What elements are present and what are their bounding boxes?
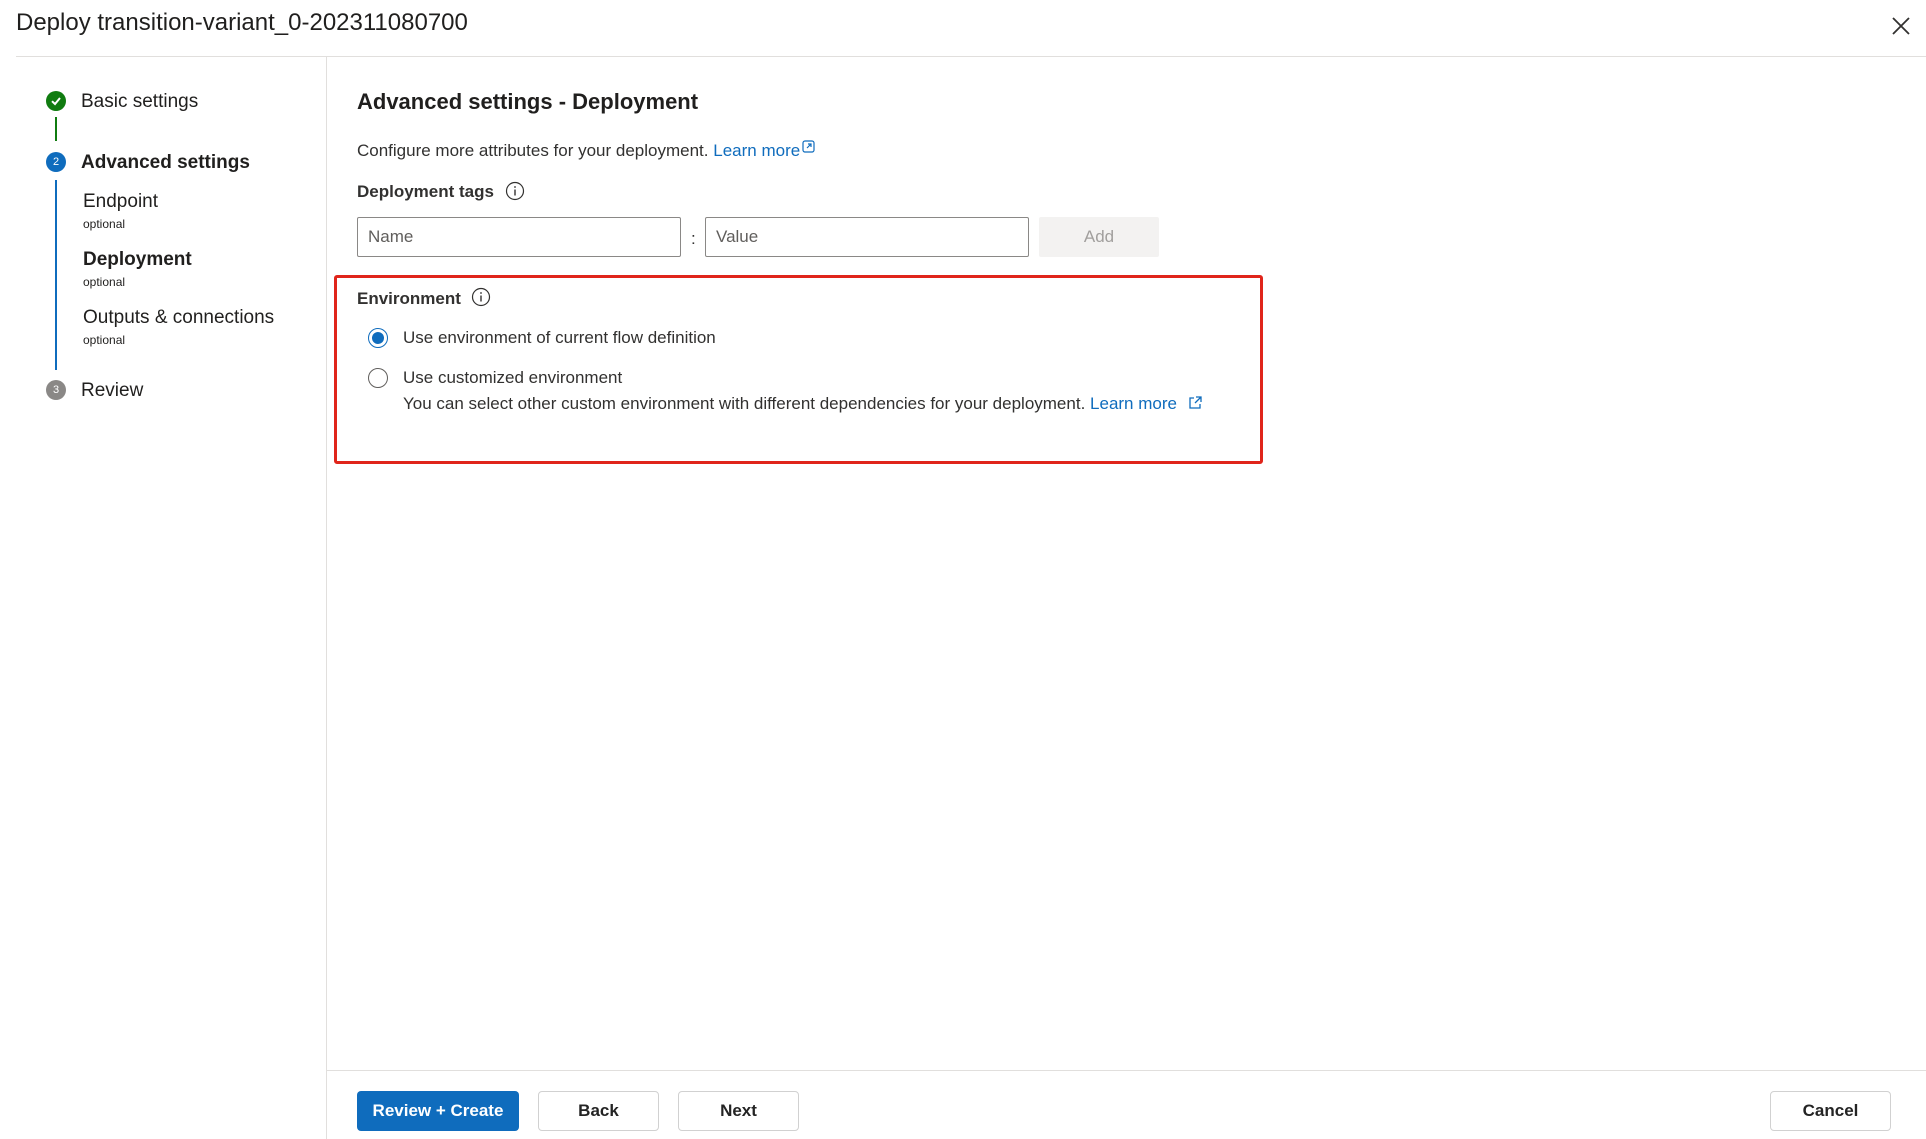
substep-optional-label: optional <box>83 333 126 347</box>
step-number-icon: 2 <box>46 152 66 172</box>
radio-customized-environment[interactable] <box>368 368 388 388</box>
radio-dot <box>372 332 384 344</box>
cancel-button[interactable]: Cancel <box>1770 1091 1891 1131</box>
step-advanced-settings[interactable]: Advanced settings <box>81 152 250 174</box>
substep-deployment[interactable]: Deployment <box>83 249 192 271</box>
learn-more-link[interactable]: Learn more <box>713 141 800 160</box>
tag-value-input[interactable]: Value <box>705 217 1029 257</box>
close-button[interactable] <box>1887 12 1915 40</box>
tag-value-placeholder: Value <box>716 227 759 246</box>
step-connector <box>55 117 57 141</box>
step-review[interactable]: Review <box>81 380 143 402</box>
radio-sublabel: You can select other custom environment … <box>403 394 1203 414</box>
tag-name-placeholder: Name <box>368 227 414 246</box>
customized-environment-description: You can select other custom environment … <box>403 394 1086 413</box>
next-button[interactable]: Next <box>678 1091 799 1131</box>
external-link-icon <box>1189 396 1202 409</box>
step-connector <box>55 180 57 370</box>
dialog-title: Deploy transition-variant_0-202311080700 <box>16 9 468 36</box>
back-button[interactable]: Back <box>538 1091 659 1131</box>
step-number: 3 <box>52 384 60 396</box>
substep-optional-label: optional <box>83 275 126 289</box>
wizard-nav <box>0 57 326 1139</box>
radio-current-flow-environment[interactable] <box>368 328 388 348</box>
radio-label[interactable]: Use customized environment <box>403 368 622 388</box>
substep-endpoint[interactable]: Endpoint <box>83 191 158 213</box>
page-title: Advanced settings - Deployment <box>357 89 699 114</box>
tag-separator: : <box>691 229 696 248</box>
step-basic-settings[interactable]: Basic settings <box>81 91 198 113</box>
page-description: Configure more attributes for your deplo… <box>357 140 815 161</box>
footer-divider <box>327 1070 1926 1071</box>
nav-divider <box>326 57 327 1139</box>
environment-learn-more-link[interactable]: Learn more <box>1090 394 1177 413</box>
close-icon <box>1892 17 1910 35</box>
substep-outputs-connections[interactable]: Outputs & connections <box>83 307 274 329</box>
step-complete-icon <box>46 91 66 111</box>
description-text: Configure more attributes for your deplo… <box>357 141 709 160</box>
review-create-button[interactable]: Review + Create <box>357 1091 519 1131</box>
deployment-tags-label: Deployment tags <box>357 182 494 201</box>
info-icon[interactable] <box>471 287 491 307</box>
step-number: 2 <box>52 156 60 168</box>
step-number-icon: 3 <box>46 380 66 400</box>
info-icon[interactable] <box>505 181 525 201</box>
add-tag-button[interactable]: Add <box>1039 217 1159 257</box>
tag-name-input[interactable]: Name <box>357 217 681 257</box>
external-link-icon <box>802 140 815 153</box>
environment-label: Environment <box>357 289 461 308</box>
radio-label[interactable]: Use environment of current flow definiti… <box>403 328 716 348</box>
substep-optional-label: optional <box>83 217 126 231</box>
